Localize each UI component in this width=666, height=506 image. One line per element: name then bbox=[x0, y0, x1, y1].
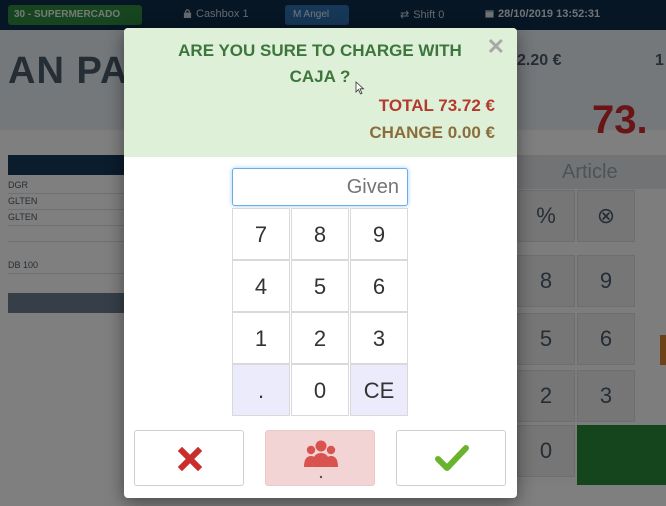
customer-button[interactable] bbox=[265, 430, 375, 486]
key-9[interactable]: 9 bbox=[350, 208, 408, 260]
key-0[interactable]: 0 bbox=[291, 364, 349, 416]
x-mark-icon bbox=[178, 447, 202, 471]
users-icon bbox=[304, 440, 338, 467]
charge-confirm-dialog: ARE YOU SURE TO CHARGE WITH CAJA ? ✕ TOT… bbox=[124, 28, 517, 498]
total-amount: TOTAL 73.72 € bbox=[378, 96, 495, 115]
key-decimal[interactable]: . bbox=[232, 364, 290, 416]
key-4[interactable]: 4 bbox=[232, 260, 290, 312]
close-icon[interactable]: ✕ bbox=[487, 34, 505, 60]
confirm-button[interactable] bbox=[396, 430, 506, 486]
cancel-button[interactable] bbox=[134, 430, 244, 486]
key-8[interactable]: 8 bbox=[291, 208, 349, 260]
key-6[interactable]: 6 bbox=[350, 260, 408, 312]
change-amount: CHANGE 0.00 € bbox=[369, 123, 495, 142]
dot-icon bbox=[319, 475, 323, 479]
given-amount-input[interactable] bbox=[232, 168, 408, 206]
key-1[interactable]: 1 bbox=[232, 312, 290, 364]
key-5[interactable]: 5 bbox=[291, 260, 349, 312]
key-7[interactable]: 7 bbox=[232, 208, 290, 260]
checkmark-icon bbox=[435, 445, 469, 471]
key-clear-entry[interactable]: CE bbox=[350, 364, 408, 416]
dialog-header: ARE YOU SURE TO CHARGE WITH CAJA ? ✕ TOT… bbox=[124, 28, 517, 157]
key-3[interactable]: 3 bbox=[350, 312, 408, 364]
question-line-1: ARE YOU SURE TO CHARGE WITH bbox=[178, 41, 462, 60]
pos-screen: 30 - SUPERMERCADO Cashbox 1 M Angel ⇄Shi… bbox=[0, 0, 666, 506]
mouse-pointer-icon bbox=[355, 81, 365, 95]
key-2[interactable]: 2 bbox=[291, 312, 349, 364]
question-line-2: CAJA ? bbox=[289, 67, 351, 86]
